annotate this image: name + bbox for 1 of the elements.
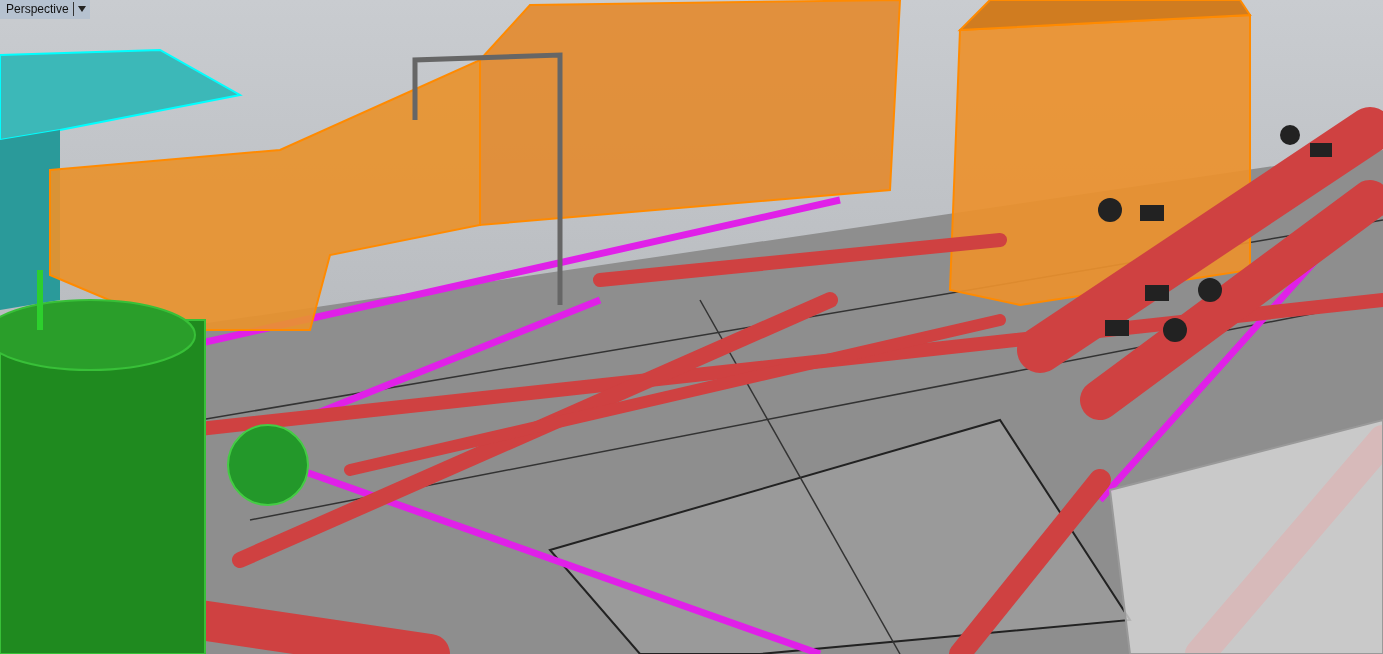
caret-icon[interactable] [77,6,86,12]
